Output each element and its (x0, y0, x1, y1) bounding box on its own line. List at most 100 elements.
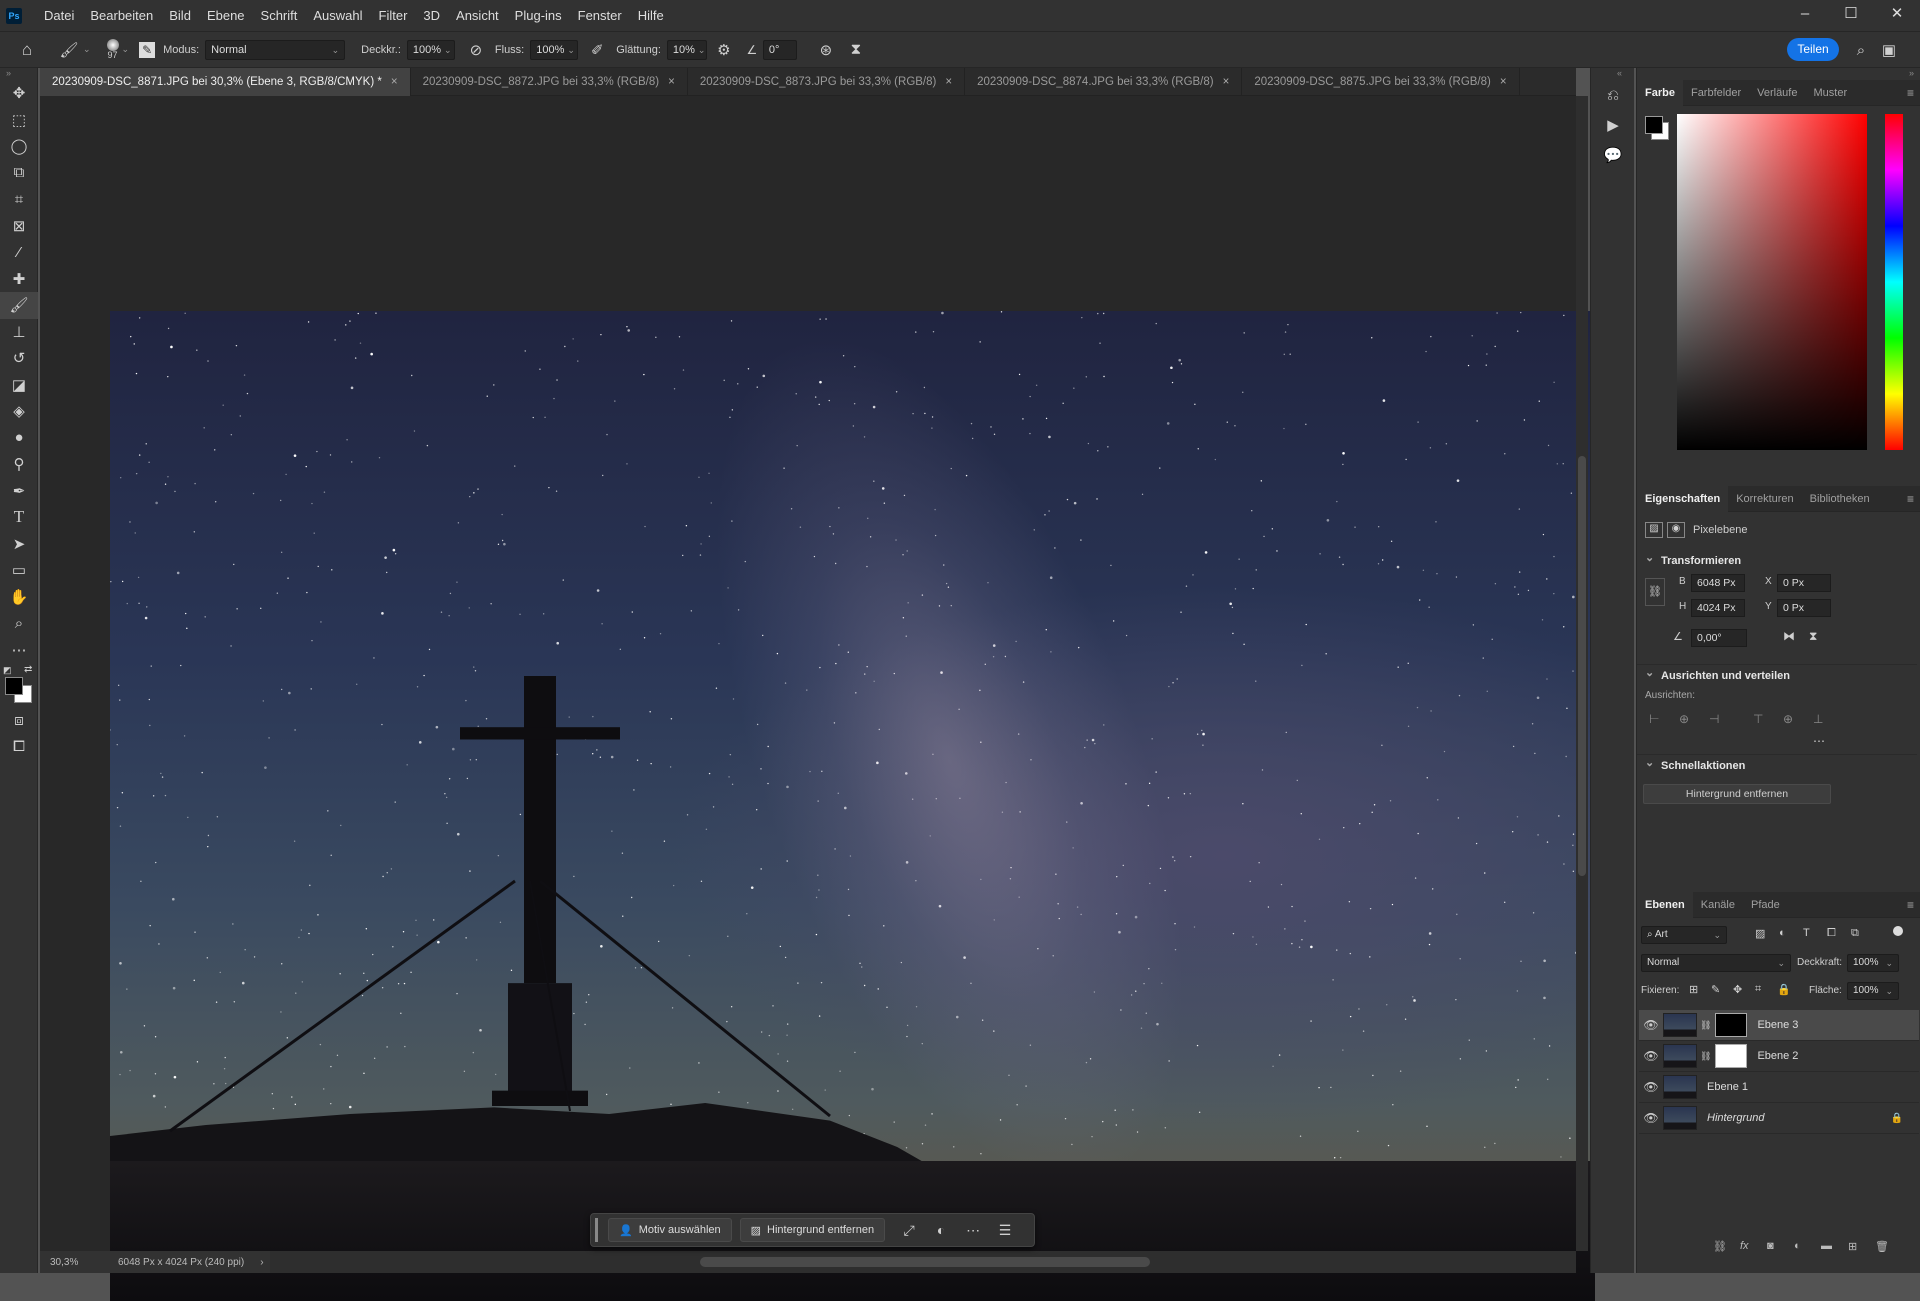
fluss-field[interactable]: 100% ⌄ (530, 39, 579, 60)
filter-pixel-icon[interactable]: ▨ (1755, 927, 1779, 940)
color-picker-field[interactable] (1677, 114, 1867, 450)
filter-adjustment-icon[interactable]: ◐ (1779, 927, 1803, 940)
layer-row[interactable]: 👁 ⛓ Ebene 2 (1639, 1041, 1919, 1072)
layer-name[interactable]: Ebene 3 (1757, 1019, 1798, 1031)
layer-name[interactable]: Ebene 1 (1707, 1081, 1748, 1093)
panel-tab[interactable]: Farbfelder (1683, 80, 1749, 106)
lock-position-icon[interactable]: ✥ (1733, 983, 1755, 996)
angle-field[interactable]: 0,00° (1691, 629, 1747, 647)
menu-item-3[interactable]: Ebene (199, 0, 253, 32)
layer-row[interactable]: 👁 ⛓ Ebene 3 (1639, 1010, 1919, 1041)
layer-name[interactable]: Hintergrund (1707, 1112, 1764, 1124)
scroll-thumb[interactable] (1578, 456, 1586, 876)
transform-section-header[interactable]: Transformieren (1637, 547, 1917, 572)
type-tool-icon[interactable]: T (0, 504, 38, 531)
select-subject-button[interactable]: 👤 Motiv auswählen (608, 1218, 732, 1242)
close-tab-icon[interactable]: × (1500, 76, 1507, 88)
panel-tab[interactable]: Ebenen (1637, 891, 1693, 918)
close-tab-icon[interactable]: × (1223, 76, 1230, 88)
share-button[interactable]: Teilen (1787, 38, 1839, 61)
align-left-icon[interactable]: ⊢ (1649, 712, 1679, 726)
lock-artboard-icon[interactable]: ⌗ (1755, 983, 1777, 996)
deckkr-field[interactable]: 100% ⌄ (406, 39, 455, 60)
x-field[interactable]: 0 Px (1777, 574, 1831, 592)
collapse-icon[interactable]: » (0, 68, 37, 80)
align-right-icon[interactable]: ⊣ (1709, 712, 1753, 726)
angle-field[interactable]: 0° (762, 39, 797, 60)
object-selection-tool-icon[interactable]: ⧉ (0, 160, 38, 187)
panel-tab[interactable]: Verläufe (1749, 80, 1805, 106)
lock-all-icon[interactable]: 🔒 (1777, 983, 1799, 996)
brush-settings-icon[interactable]: ✎ (139, 41, 156, 58)
more-options-icon[interactable]: ⋯ (1813, 734, 1825, 748)
flip-vertical-icon[interactable]: ⧗ (1809, 629, 1817, 644)
stamp-tool-icon[interactable]: ⊥ (0, 319, 38, 346)
opacity-field[interactable]: 100% ⌄ (1847, 954, 1899, 972)
more-icon[interactable]: ⋯ (957, 1222, 989, 1239)
glaettung-field[interactable]: 10% ⌄ (666, 39, 707, 60)
menu-item-6[interactable]: Filter (371, 0, 416, 32)
delete-layer-icon[interactable]: 🗑 (1875, 1240, 1902, 1253)
filter-smart-object-icon[interactable]: ⧉ (1851, 927, 1875, 940)
menu-item-9[interactable]: Plug-ins (507, 0, 570, 32)
vertical-scrollbar[interactable] (1576, 96, 1588, 1251)
gear-icon[interactable]: ⚙ (713, 39, 735, 61)
scroll-thumb[interactable] (700, 1257, 1150, 1267)
flip-horizontal-icon[interactable]: ⧓ (1783, 629, 1795, 643)
panel-menu-icon[interactable]: ≡ (1907, 892, 1914, 918)
blend-mode-select[interactable]: Normal ⌄ (1641, 954, 1791, 972)
panel-tab[interactable]: Bibliotheken (1802, 486, 1878, 512)
visibility-eye-icon[interactable]: 👁 (1639, 1018, 1663, 1032)
swap-colors-icon[interactable]: ⇄ (24, 664, 32, 675)
close-icon[interactable]: ✕ (1874, 0, 1920, 32)
search-icon[interactable]: ⌕ (1850, 39, 1872, 61)
move-tool-icon[interactable]: ✥ (0, 80, 38, 107)
close-tab-icon[interactable]: × (668, 76, 675, 88)
frame-tool-icon[interactable]: ⊠ (0, 213, 38, 240)
default-colors-icon[interactable]: ◩ (3, 665, 12, 676)
chain-link-icon[interactable]: ⛓ (1700, 1051, 1711, 1062)
more-tools-icon[interactable]: ⋯ (0, 637, 38, 664)
collapse-icon[interactable]: » (1637, 68, 1920, 80)
hue-slider[interactable] (1885, 114, 1903, 450)
menu-item-5[interactable]: Auswahl (305, 0, 370, 32)
document-tab[interactable]: 20230909-DSC_8872.JPG bei 33,3% (RGB/8) × (411, 68, 688, 96)
quick-actions-header[interactable]: Schnellaktionen (1637, 752, 1917, 776)
layer-mask-thumbnail[interactable] (1715, 1013, 1748, 1037)
foreground-color-chip[interactable] (1645, 116, 1663, 134)
canvas-area[interactable] (40, 96, 1595, 1301)
align-vcenter-icon[interactable]: ⊕ (1783, 712, 1813, 726)
panel-menu-icon[interactable]: ≡ (1907, 80, 1914, 106)
document-tab[interactable]: 20230909-DSC_8873.JPG bei 33,3% (RGB/8) × (688, 68, 966, 96)
play-icon[interactable]: ▶ (1591, 110, 1635, 140)
collapse-icon[interactable]: « (1591, 68, 1634, 80)
menu-item-10[interactable]: Fenster (570, 0, 630, 32)
menu-item-4[interactable]: Schrift (253, 0, 306, 32)
dodge-tool-icon[interactable]: ⚲ (0, 451, 38, 478)
width-field[interactable]: 6048 Px (1691, 574, 1745, 592)
horizontal-scrollbar[interactable] (270, 1251, 1576, 1273)
layer-mask-thumbnail[interactable] (1715, 1044, 1748, 1068)
remove-background-button[interactable]: ▨ Hintergrund entfernen (739, 1218, 886, 1242)
history-brush-tool-icon[interactable]: ↺ (0, 345, 38, 372)
blur-tool-icon[interactable]: ● (0, 425, 38, 452)
brush-tool-icon[interactable]: 🖌 (58, 39, 80, 61)
healing-brush-tool-icon[interactable]: ✚ (0, 266, 38, 293)
filter-toggle-icon[interactable] (1893, 926, 1903, 936)
history-icon[interactable]: ⎌ (1591, 80, 1635, 110)
filter-shape-icon[interactable]: ⧠ (1827, 927, 1851, 940)
brush-preset-picker[interactable]: 97 (106, 39, 119, 60)
panel-tab[interactable]: Eigenschaften (1637, 485, 1729, 512)
document-image[interactable] (110, 311, 1595, 1301)
layer-style-icon[interactable]: fx (1740, 1240, 1767, 1253)
path-selection-tool-icon[interactable]: ➤ (0, 531, 38, 558)
minimize-icon[interactable]: – (1782, 0, 1828, 32)
eyedropper-tool-icon[interactable]: ⁄ (0, 239, 38, 266)
menu-item-7[interactable]: 3D (415, 0, 448, 32)
adjustment-icon[interactable]: ◐ (925, 1222, 957, 1238)
chain-link-icon[interactable]: ⛓ (1700, 1020, 1711, 1031)
transform-icon[interactable]: ⤢ (893, 1222, 925, 1239)
pen-tool-icon[interactable]: ✒ (0, 478, 38, 505)
eraser-tool-icon[interactable]: ◪ (0, 372, 38, 399)
color-swatches[interactable]: ◩ ⇄ (0, 663, 38, 707)
